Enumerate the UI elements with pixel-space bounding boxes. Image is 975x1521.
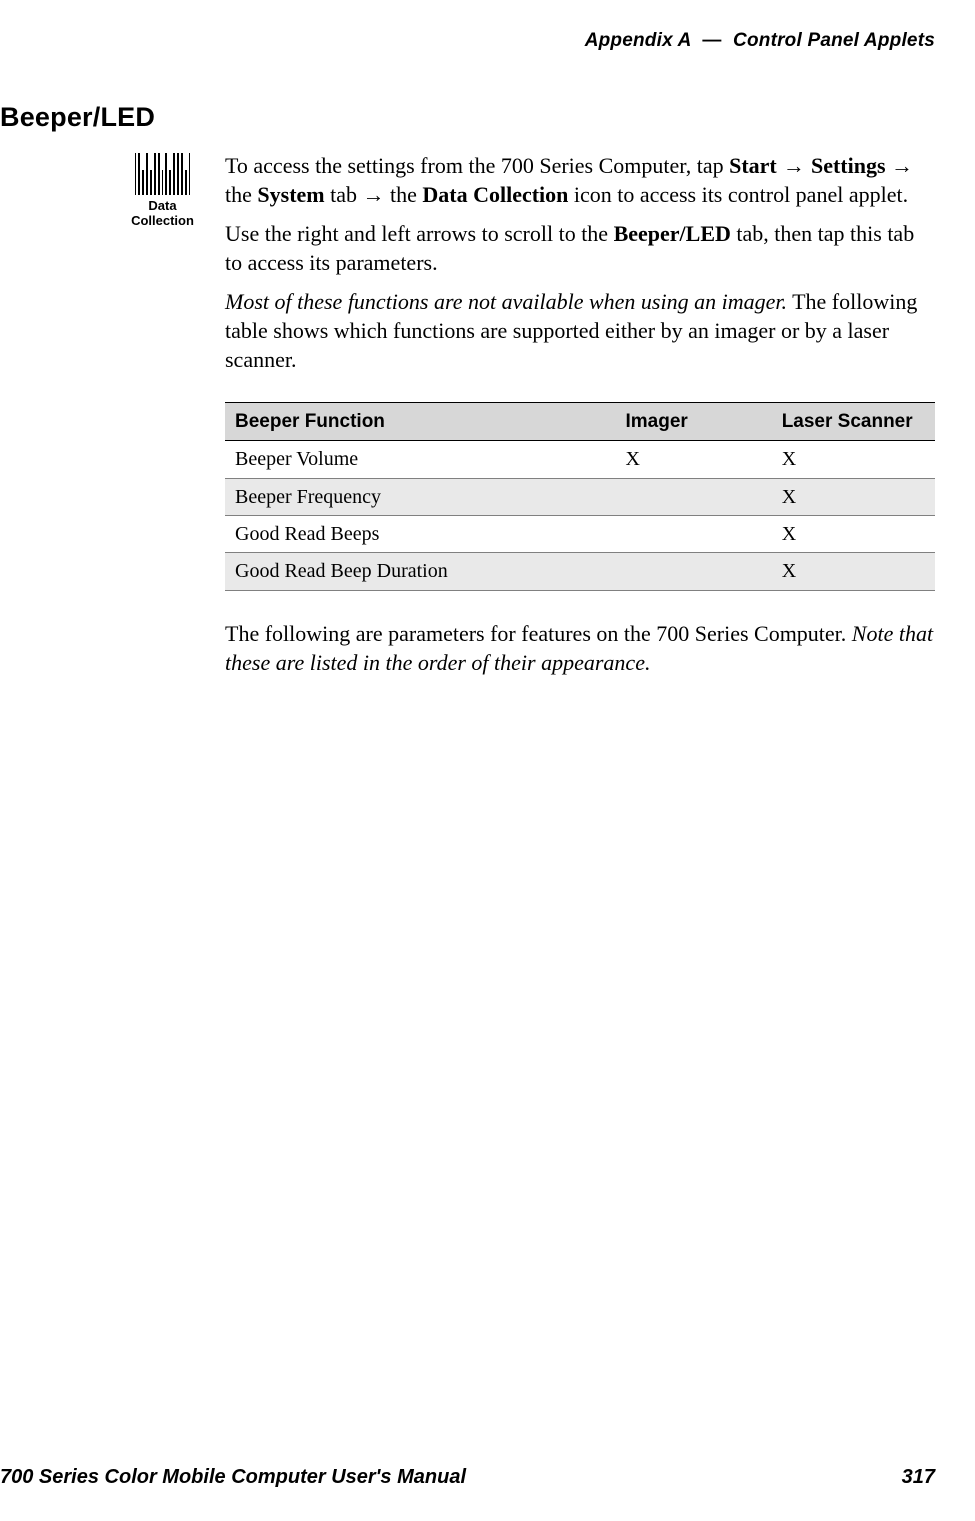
cell: X [772,441,935,478]
header-title: Control Panel Applets [733,30,935,51]
th-laser: Laser Scanner [772,403,935,441]
beeper-function-table: Beeper Function Imager Laser Scanner Bee… [225,402,935,591]
paragraph-1: To access the settings from the 700 Seri… [225,151,935,209]
p1-b4: Data Collection [422,182,568,207]
p3-i1: Most of these functions are not availabl… [225,289,787,314]
paragraph-2: Use the right and left arrows to scroll … [225,219,935,277]
icon-label-line2: Collection [131,213,194,228]
table-row: Beeper Frequency X [225,478,935,515]
data-collection-icon-block: Data Collection [0,151,225,229]
footer-manual-title: 700 Series Color Mobile Computer User's … [0,1466,466,1489]
paragraph-3: Most of these functions are not availabl… [225,287,935,374]
th-imager: Imager [616,403,772,441]
body-content: To access the settings from the 700 Seri… [225,151,935,687]
cell: X [772,478,935,515]
header-appendix: Appendix A [585,30,691,51]
p1-b1: Start [729,153,777,178]
p2-b1: Beeper/LED [614,221,731,246]
paragraph-4: The following are parameters for feature… [225,619,935,677]
p1-t4: icon to access its control panel applet. [568,182,908,207]
cell: Beeper Frequency [225,478,616,515]
th-function: Beeper Function [225,403,616,441]
barcode-icon [133,153,193,195]
p1-t3: tab → the [325,182,423,207]
p1-arrow1: → [777,153,811,178]
p2-t1: Use the right and left arrows to scroll … [225,221,614,246]
cell [616,553,772,590]
cell: Beeper Volume [225,441,616,478]
section-title: Beeper/LED [0,102,935,133]
running-header: Appendix A — Control Panel Applets [0,30,935,52]
footer-page-number: 317 [902,1466,935,1489]
p1-t1: To access the settings from the 700 Seri… [225,153,729,178]
icon-label: Data Collection [131,199,194,229]
cell [616,516,772,553]
table-row: Good Read Beep Duration X [225,553,935,590]
p1-b2: Settings [811,153,886,178]
cell: X [616,441,772,478]
p1-b3: System [257,182,324,207]
cell: X [772,553,935,590]
cell: Good Read Beep Duration [225,553,616,590]
cell: Good Read Beeps [225,516,616,553]
icon-label-line1: Data [148,198,176,213]
cell: X [772,516,935,553]
page-footer: 700 Series Color Mobile Computer User's … [0,1466,935,1489]
p4-t1: The following are parameters for feature… [225,621,852,646]
header-dash: — [696,30,727,51]
table-row: Beeper Volume X X [225,441,935,478]
table-header-row: Beeper Function Imager Laser Scanner [225,403,935,441]
cell [616,478,772,515]
table-row: Good Read Beeps X [225,516,935,553]
